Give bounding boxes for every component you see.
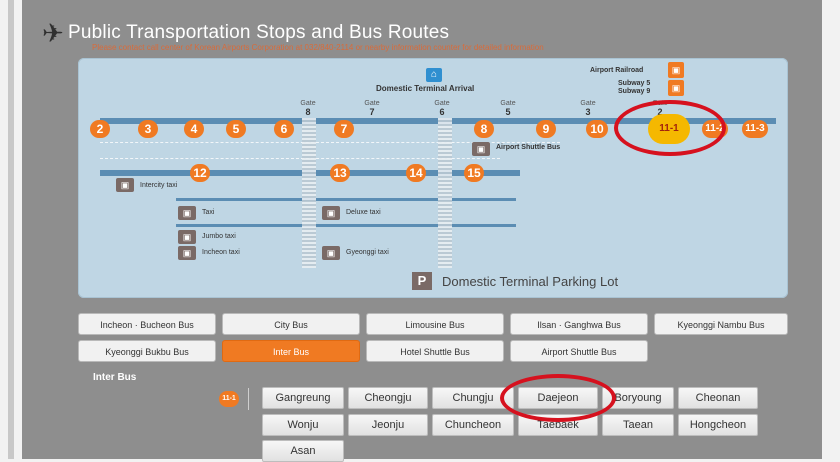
bus-stop-2[interactable]: 2 xyxy=(90,120,110,138)
gate-8: Gate 8 xyxy=(300,100,316,117)
divider xyxy=(248,388,249,410)
btn-kyeonggi-bukbu-bus[interactable]: Kyeonggi Bukbu Bus xyxy=(78,340,216,362)
highlight-circle-stop xyxy=(614,100,726,156)
bus-stop-9[interactable]: 9 xyxy=(536,120,556,138)
bus-stop-10[interactable]: 10 xyxy=(586,120,608,138)
bus-stop-11-3[interactable]: 11-3 xyxy=(742,120,768,138)
crosswalk xyxy=(438,118,452,268)
btn-inter-bus[interactable]: Inter Bus xyxy=(222,340,360,362)
dest-cheongju[interactable]: Cheongju xyxy=(348,387,428,409)
subway-icon: ▣ xyxy=(668,80,684,96)
train-icon: ▣ xyxy=(668,62,684,78)
taxi-icon: ▣ xyxy=(116,178,134,192)
airport-shuttle-label: Airport Shuttle Bus xyxy=(496,144,561,151)
dest-gangreung[interactable]: Gangreung xyxy=(262,387,344,409)
stop-badge: 11-1 xyxy=(219,391,239,407)
bus-stop-7[interactable]: 7 xyxy=(334,120,354,138)
dest-taean[interactable]: Taean xyxy=(602,414,674,436)
domestic-arrival-label: Domestic Terminal Arrival xyxy=(376,84,475,93)
taxi-icon: ▣ xyxy=(322,206,340,220)
btn-incheon-bucheon-bus[interactable]: Incheon · Bucheon Bus xyxy=(78,313,216,335)
page-subtitle: Please contact call center of Korean Air… xyxy=(92,43,544,52)
curb-line-4 xyxy=(176,224,516,227)
gate-7: Gate 7 xyxy=(364,100,380,117)
left-scrollbar[interactable] xyxy=(8,0,14,459)
taxi-icon: ▣ xyxy=(178,246,196,260)
bus-stop-5[interactable]: 5 xyxy=(226,120,246,138)
bus-stop-3[interactable]: 3 xyxy=(138,120,158,138)
gate-6: Gate 6 xyxy=(434,100,450,117)
shuttle-bus-icon: ▣ xyxy=(472,142,490,156)
intercity-taxi-label: Intercity taxi xyxy=(140,182,178,189)
jumbo-taxi-label: Jumbo taxi xyxy=(202,233,236,240)
dest-cheonan[interactable]: Cheonan xyxy=(678,387,758,409)
info-icon: ⌂ xyxy=(426,68,442,82)
parking-icon: P xyxy=(412,272,432,290)
bus-stop-15[interactable]: 15 xyxy=(464,164,484,182)
gate-5: Gate 5 xyxy=(500,100,516,117)
incheon-taxi-label: Incheon taxi xyxy=(202,249,240,256)
subway-5-label: Subway 5 xyxy=(618,80,651,87)
btn-kyeonggi-nambu-bus[interactable]: Kyeonggі Nambu Bus xyxy=(654,313,788,335)
btn-airport-shuttle-bus[interactable]: Airport Shuttle Bus xyxy=(510,340,648,362)
bus-stop-12[interactable]: 12 xyxy=(190,164,210,182)
taxi-icon: ▣ xyxy=(178,230,196,244)
bus-stop-6[interactable]: 6 xyxy=(274,120,294,138)
airplane-icon: ✈ xyxy=(42,18,64,48)
crosswalk xyxy=(302,118,316,268)
btn-city-bus[interactable]: City Bus xyxy=(222,313,360,335)
bus-stop-13[interactable]: 13 xyxy=(330,164,350,182)
airport-railroad-label: Airport Railroad xyxy=(590,67,644,74)
dest-hongcheon[interactable]: Hongcheon xyxy=(678,414,758,436)
terminal-map: ⌂ Domestic Terminal Arrival Airport Rail… xyxy=(78,58,788,298)
btn-hotel-shuttle-bus[interactable]: Hotel Shuttle Bus xyxy=(366,340,504,362)
dest-chuncheon[interactable]: Chuncheon xyxy=(432,414,514,436)
selected-bus-type-label: Inter Bus xyxy=(93,372,137,383)
dest-wonju[interactable]: Wonju xyxy=(262,414,344,436)
gyeonggi-taxi-label: Gyeonggi taxi xyxy=(346,249,389,256)
bus-stop-4[interactable]: 4 xyxy=(184,120,204,138)
gate-3: Gate 3 xyxy=(580,100,596,117)
page: ✈ Public Transportation Stops and Bus Ro… xyxy=(0,0,840,462)
parking-lot-label: Domestic Terminal Parking Lot xyxy=(442,274,619,289)
taxi-label: Taxi xyxy=(202,209,215,216)
lane-divider xyxy=(100,142,560,143)
subway-9-label: Subway 9 xyxy=(618,88,651,95)
bus-stop-14[interactable]: 14 xyxy=(406,164,426,182)
page-title: Public Transportation Stops and Bus Rout… xyxy=(68,22,450,43)
taxi-icon: ▣ xyxy=(322,246,340,260)
taxi-icon: ▣ xyxy=(178,206,196,220)
deluxe-taxi-label: Deluxe taxi xyxy=(346,209,381,216)
curb-line-3 xyxy=(176,198,516,201)
btn-limousine-bus[interactable]: Limousine Bus xyxy=(366,313,504,335)
bus-stop-8[interactable]: 8 xyxy=(474,120,494,138)
dest-jeonju[interactable]: Jeonju xyxy=(348,414,428,436)
highlight-circle-destination xyxy=(500,374,616,422)
btn-ilsan-ganghwa-bus[interactable]: Ilsan · Ganghwa Bus xyxy=(510,313,648,335)
